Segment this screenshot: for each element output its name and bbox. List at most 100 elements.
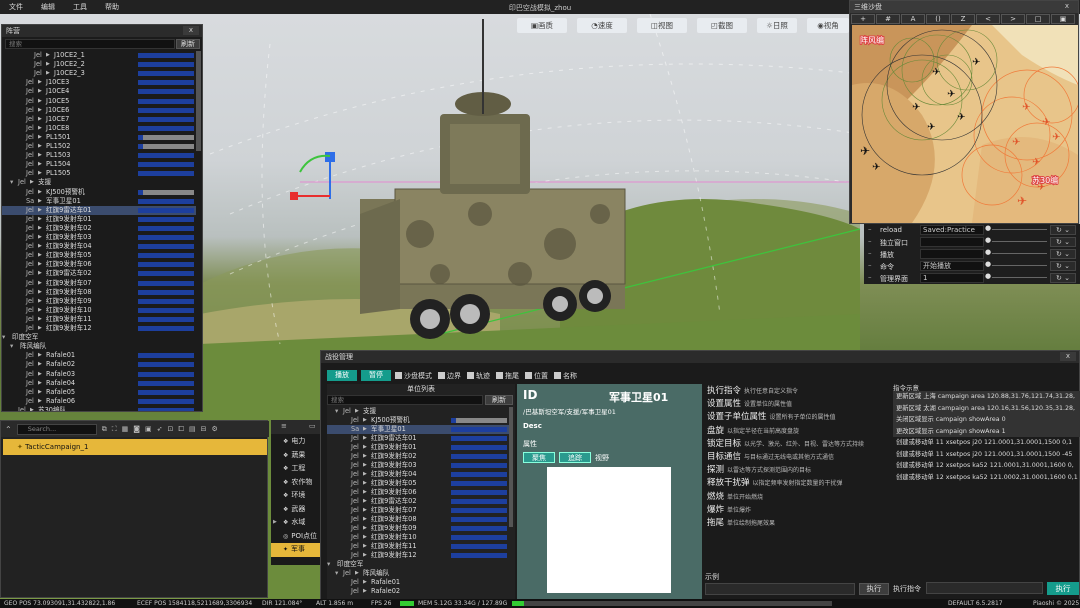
tree-row[interactable]: Jel ▶ 红旗9发射车04 [2,242,196,251]
property-value[interactable]: Saved:Practice [920,225,984,235]
tree-row[interactable]: Jel ▶ J10CE3 [2,78,196,87]
category-item[interactable]: ◎ POI点位 [271,530,327,544]
pause-button[interactable]: 暂停 [361,370,391,381]
unit-row[interactable]: Jel ▶ 红旗9发射车06 [327,488,509,497]
log-entry[interactable]: 更新区域 上海 campaign area 120.88,31.76,121.7… [893,391,1080,403]
unit-row[interactable]: Jel ▶ 红旗9发射车05 [327,479,509,488]
grid-icon[interactable]: ▦ [122,425,129,433]
reset-icon[interactable]: ↻ ⌄ [1050,237,1076,247]
log-entry[interactable]: 更改区域显示 campaign showArea 1 [893,425,1080,437]
close-icon[interactable]: x [183,26,199,35]
log-entry[interactable]: 创建或移动单 12 xsetpos ka52 121.0001,31.0001,… [893,460,1080,472]
minimap-tool-button[interactable]: □ [1026,14,1050,24]
command-item[interactable]: 燃烧 单位开始燃烧 [707,490,763,502]
minimap-tool-button[interactable]: A [901,14,925,24]
unit-row[interactable]: Jel ▶ 红旗9发射车07 [327,506,509,515]
exec-command-input[interactable] [926,582,1043,594]
expand-arrow-icon[interactable]: ▶ [273,516,277,530]
formation-scrollbar[interactable] [196,51,201,151]
tree-row[interactable]: Jel ▶ Rafale01 [2,351,196,360]
property-slider[interactable] [992,241,1047,242]
tree-row[interactable]: Jel ▶ 红旗9发射车02 [2,224,196,233]
command-item[interactable]: 拖尾 单位绘制拖尾效果 [707,516,775,528]
tree-row[interactable]: ▾ Jel ▶ 支援 [2,178,196,187]
tree-row[interactable]: Jel ▶ PL1503 [2,151,196,160]
unit-row[interactable]: ▾ 印度空军 [327,560,509,569]
unit-row[interactable]: Jel ▶ 红旗9发射车09 [327,524,509,533]
log-entry[interactable]: 创建或移动单 11 xsetpos j20 121.0001,31.0001,1… [893,449,1080,461]
property-value[interactable] [920,237,984,247]
tree-row[interactable]: ▾ 印度空军 [2,333,196,342]
expand-arrow-icon[interactable]: ▾ [335,407,338,416]
expand-arrow-icon[interactable]: ▾ [10,178,13,187]
focus-button[interactable]: 聚焦 [523,452,555,463]
command-item[interactable]: 执行指令 执行任意自定义指令 [707,384,798,396]
tree-row[interactable]: Jel ▶ 红旗9雷达车02 [2,269,196,278]
command-item[interactable]: 目标通信 与目标通过无线电或其他方式通信 [707,450,834,462]
minimap-tool-button[interactable]: () [926,14,950,24]
camera-icon[interactable]: ◙ [133,425,140,433]
tree-row[interactable]: Jel ▶ Rafale06 [2,397,196,406]
command-item[interactable]: 设置属性 设置单位的属性值 [707,397,792,409]
tree-row[interactable]: Jel ▶ Rafale03 [2,370,196,379]
log-entry[interactable]: 关闭区域显示 campaign showArea 0 [893,414,1080,426]
focus-icon[interactable]: ⛶ [112,425,117,434]
unit-row[interactable]: Jel ▶ 红旗9发射车04 [327,470,509,479]
property-value[interactable] [920,249,984,259]
reset-icon[interactable]: ↻ ⌄ [1050,249,1076,259]
tree-row[interactable]: Jel ▶ Rafale05 [2,388,196,397]
property-slider[interactable] [992,229,1047,230]
minimap-tool-button[interactable]: # [876,14,900,24]
view-button[interactable]: ◫视图 [637,18,687,33]
expand-arrow-icon[interactable]: ▾ [327,560,330,569]
minimap-tool-button[interactable]: + [851,14,875,24]
camera-angle-button[interactable]: ◉视角 [807,18,849,33]
reset-icon[interactable]: ↻ ⌄ [1050,225,1076,235]
reset-icon[interactable]: ↻ ⌄ [1050,261,1076,271]
minimap-tool-button[interactable]: < [976,14,1000,24]
unit-row[interactable]: Jel ▶ Rafale01 [327,578,509,587]
category-item[interactable]: ❖ 环境 [271,489,327,503]
log-entry[interactable]: 创建或移动单 11 xsetpos j20 121.0001,31.0001,1… [893,437,1080,449]
command-item[interactable]: 设置子单位属性 设置所有子单位的属性值 [707,410,836,422]
tree-row[interactable]: Jel ▶ J10CE2_2 [2,60,196,69]
property-value[interactable]: 开始播放 [920,261,984,271]
tree-row[interactable]: Jel ▶ 红旗9发射车12 [2,324,196,333]
option-checkbox[interactable]: 边界 [438,371,461,381]
quality-button[interactable]: ▣画质 [517,18,567,33]
tree-row[interactable]: Jel ▶ 红旗9发射车06 [2,260,196,269]
settings-icon[interactable]: ⚙ [212,425,218,433]
filter-icon[interactable]: ⧉ [102,425,107,434]
expand-arrow-icon[interactable]: ▾ [10,342,13,351]
expand-arrow-icon[interactable]: ▾ [2,333,5,342]
tree-row[interactable]: Jel ▶ J10CE7 [2,115,196,124]
tree-row[interactable]: Jel ▶ 红旗9发射车07 [2,279,196,288]
tree-row[interactable]: Jel ▶ J10CE8 [2,124,196,133]
slider-knob-icon[interactable]: ● [985,260,991,268]
tree-row[interactable]: Jel ▶ 红旗9雷达车01 [2,205,196,215]
unit-row[interactable]: ▾ Jel ▶ 支援 [327,407,509,416]
tree-row[interactable]: Jel ▶ J10CE2_3 [2,69,196,78]
unit-row[interactable]: Sa ▶ 军事卫星01 [327,425,509,434]
outliner-search-input[interactable]: Search... [16,423,97,435]
unit-row[interactable]: Jel ▶ 红旗9发射车10 [327,533,509,542]
minimap-tool-button[interactable]: > [1001,14,1025,24]
sunlight-button[interactable]: ☼日照 [757,18,797,33]
unit-row[interactable]: Jel ▶ KJ500预警机 [327,416,509,425]
tree-row[interactable]: Jel ▶ 红旗9发射车05 [2,251,196,260]
tree-row[interactable]: Jel ▶ J10CE4 [2,87,196,96]
log-entry[interactable]: 更新区域 太湖 campaign area 120.16,31.56,120.3… [893,402,1080,414]
category-item[interactable]: ✦ 军事 [271,543,327,557]
unit-row[interactable]: Jel ▶ 红旗9发射车03 [327,461,509,470]
tree-row[interactable]: Sa ▶ 军事卫星01 [2,197,196,206]
command-item[interactable]: 探测 以雷达等方式探测范围内的目标 [707,463,811,475]
category-item[interactable]: ▶ ❖ 水域 [271,516,327,530]
folder-tab-icon[interactable]: ▭ [309,422,316,430]
option-checkbox[interactable]: 名称 [554,371,577,381]
tree-row[interactable]: Jel ▶ J10CE2_1 [2,51,196,60]
tree-row[interactable]: Jel ▶ 红旗9发射车01 [2,215,196,224]
layout-icon[interactable]: ▤ [189,425,196,433]
unit-refresh-button[interactable]: 刷新 [485,395,513,405]
tree-row[interactable]: Jel ▶ 红旗9发射车03 [2,233,196,242]
property-expand-icon[interactable]: – [868,261,872,269]
